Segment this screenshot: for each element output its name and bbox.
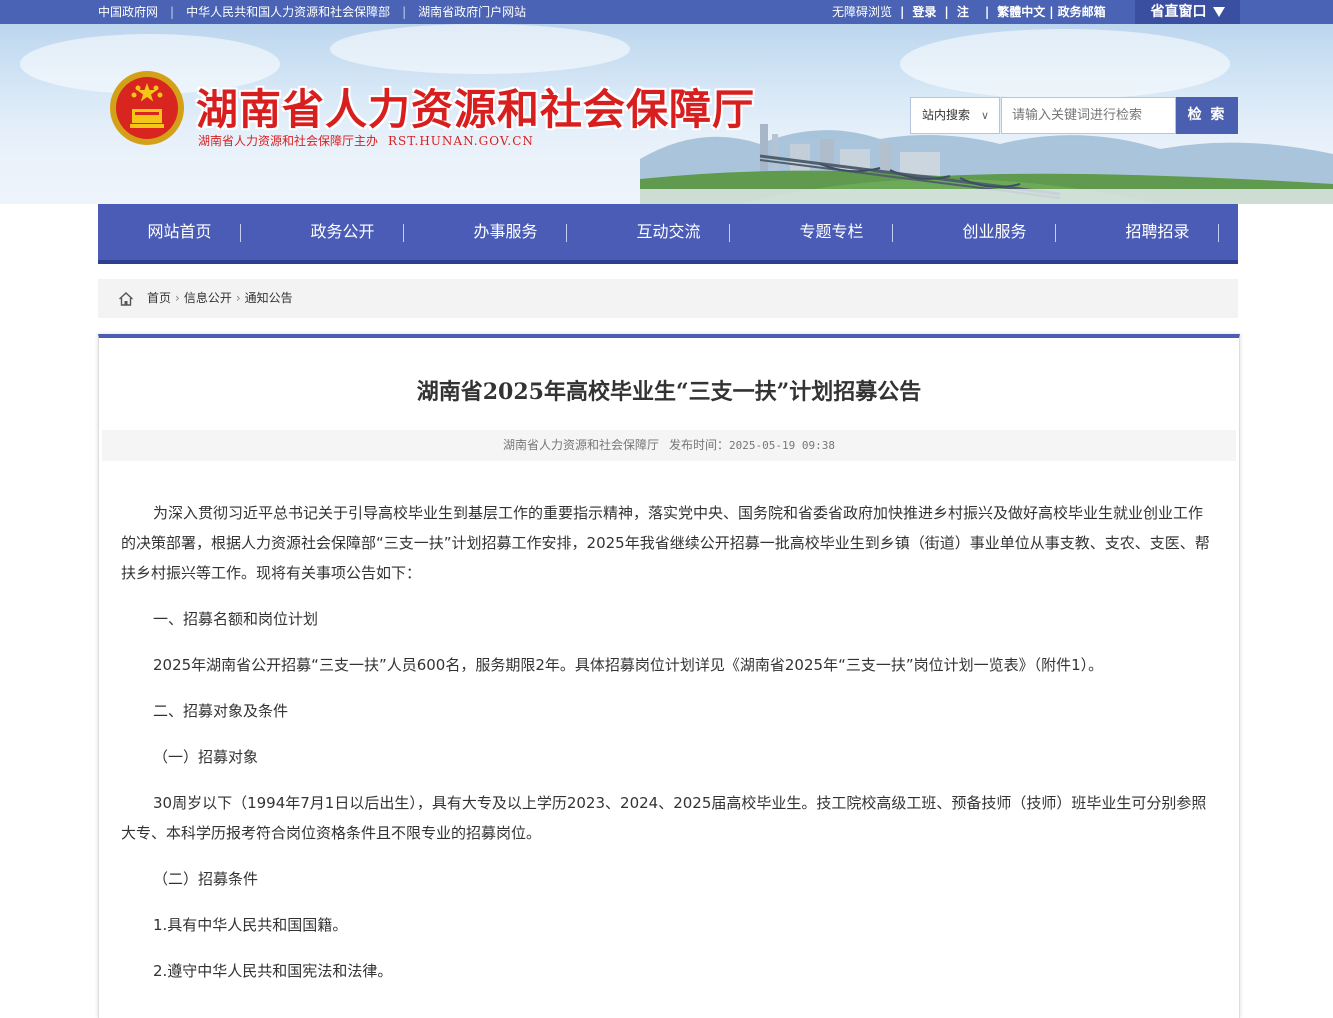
nav-divider [403, 224, 404, 242]
paragraph: 2025年湖南省公开招募“三支一扶”人员600名，服务期限2年。具体招募岗位计划… [153, 656, 1104, 674]
search-button[interactable]: 检 索 [1176, 97, 1238, 134]
chevron-down-icon: ∨ [980, 109, 989, 122]
register-link[interactable]: 注 [957, 5, 969, 19]
subsection-heading: （一）招募对象 [153, 748, 259, 766]
paragraph: 1.具有中华人民共和国国籍。 [153, 916, 348, 934]
paragraph: 30周岁以下（1994年7月1日以后出生），具有大专及以上学历2023、2024… [121, 794, 1207, 842]
nav-interaction[interactable]: 互动交流 [587, 204, 750, 260]
article-title: 湖南省2025年高校毕业生“三支一扶”计划招募公告 [416, 379, 922, 405]
nav-services[interactable]: 办事服务 [424, 204, 587, 260]
nav-gov-affairs[interactable]: 政务公开 [261, 204, 424, 260]
divider: | [984, 5, 990, 19]
nav-divider [1218, 224, 1219, 242]
breadcrumb-items: 首页 › 信息公开 › 通知公告 [147, 279, 293, 318]
nav-topics[interactable]: 专题专栏 [750, 204, 913, 260]
link-mohrss[interactable]: 中华人民共和国人力资源和社会保障部 [186, 5, 390, 19]
subsection-heading: （二）招募条件 [153, 870, 259, 888]
article-body: 为深入贯彻习近平总书记关于引导高校毕业生到基层工作的重要指示精神，落实党中央、国… [121, 498, 1211, 1002]
divider: | [900, 5, 905, 19]
link-gov-cn[interactable]: 中国政府网 [98, 5, 158, 19]
accessible-link[interactable]: 无障碍浏览 [832, 5, 892, 19]
divider: | [402, 5, 407, 19]
chevron-right-icon: › [235, 291, 241, 305]
article-panel: 湖南省2025年高校毕业生“三支一扶”计划招募公告 湖南省人力资源和社会保障厅发… [98, 334, 1240, 1018]
divider: | [170, 5, 175, 19]
top-user-links: 无障碍浏览 | 登录 | 注 | 繁體中文 | 政务邮箱 [832, 0, 1106, 24]
breadcrumb-notices[interactable]: 通知公告 [245, 291, 293, 305]
traditional-chinese-link[interactable]: 繁體中文 [997, 5, 1045, 19]
chevron-right-icon: › [175, 291, 180, 305]
sponsor-text: 湖南省人力资源和社会保障厅主办 [198, 134, 379, 148]
nav-entrepreneurship[interactable]: 创业服务 [913, 204, 1076, 260]
nav-divider [892, 224, 893, 242]
site-title: 湖南省人力资源和社会保障厅 [196, 85, 756, 134]
search-scope-label: 站内搜索 [922, 108, 971, 122]
breadcrumb: 首页 › 信息公开 › 通知公告 [98, 279, 1238, 318]
publish-time: 2025-05-19 09:38 [729, 439, 835, 452]
article-source: 湖南省人力资源和社会保障厅 [503, 438, 660, 452]
divider: | [944, 5, 949, 19]
province-window-label: 省直窗口 [1150, 4, 1207, 20]
nav-home[interactable]: 网站首页 [98, 204, 261, 260]
login-link[interactable]: 登录 [912, 5, 936, 19]
breadcrumb-info-public[interactable]: 信息公开 [184, 291, 232, 305]
top-links: 中国政府网 | 中华人民共和国人力资源和社会保障部 | 湖南省政府门户网站 [98, 0, 526, 24]
top-bar: 中国政府网 | 中华人民共和国人力资源和社会保障部 | 湖南省政府门户网站 无障碍浏览 |… [0, 0, 1333, 26]
header-banner: 湖南省人力资源和社会保障厅 湖南省人力资源和社会保障厅主办 RST.HUNAN.G… [0, 24, 1333, 204]
home-icon [119, 292, 133, 306]
paragraph: 2.遵守中华人民共和国宪法和法律。 [153, 962, 393, 980]
national-emblem-icon [110, 71, 184, 145]
link-hunan-gov[interactable]: 湖南省政府门户网站 [418, 5, 526, 19]
nav-divider [240, 224, 241, 242]
publish-time-label: 发布时间： [669, 438, 730, 452]
main-nav: 网站首页 政务公开 办事服务 互动交流 专题专栏 创业服务 招聘招录 [98, 204, 1238, 264]
paragraph: 为深入贯彻习近平总书记关于引导高校毕业生到基层工作的重要指示精神，落实党中央、国… [121, 504, 1210, 582]
search-box: 站内搜索 ∨ 检 索 [910, 97, 1238, 134]
search-scope-select[interactable]: 站内搜索 ∨ [910, 97, 1000, 134]
section-heading: 二、招募对象及条件 [153, 702, 289, 720]
article-meta: 湖南省人力资源和社会保障厅 发布时间：2025-05-19 09:38 [102, 430, 1236, 461]
province-window-dropdown[interactable]: 省直窗口 [1135, 0, 1240, 26]
triangle-down-icon [1212, 7, 1225, 17]
nav-divider [729, 224, 730, 242]
nav-recruitment[interactable]: 招聘招录 [1076, 204, 1239, 260]
breadcrumb-home[interactable]: 首页 [147, 291, 171, 305]
site-subtitle: 湖南省人力资源和社会保障厅主办 RST.HUNAN.GOV.CN [198, 132, 534, 149]
nav-divider [1055, 224, 1056, 242]
gov-email-link[interactable]: 政务邮箱 [1058, 5, 1106, 19]
search-input[interactable] [1001, 97, 1176, 134]
section-heading: 一、招募名额和岗位计划 [153, 610, 319, 628]
nav-divider [566, 224, 567, 242]
divider: | [1049, 5, 1054, 19]
site-url: RST.HUNAN.GOV.CN [388, 134, 534, 148]
